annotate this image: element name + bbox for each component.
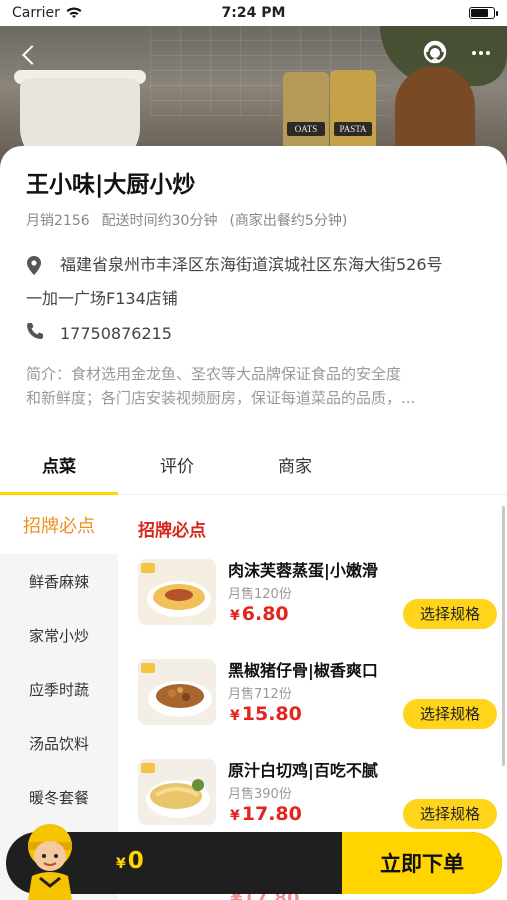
dish-price: ¥17.80 — [230, 803, 302, 825]
phone-number: 17750876215 — [60, 323, 172, 343]
prep-time: (商家出餐约5分钟) — [229, 213, 348, 229]
select-spec-button[interactable]: 选择规格 — [403, 799, 497, 829]
cart-total: ¥0 — [116, 848, 144, 874]
dish-item[interactable]: 肉沫芙蓉蒸蛋|小嫩滑 月售120份 ¥6.80 选择规格 — [138, 549, 507, 641]
shop-intro: 简介：食材选用金龙鱼、圣农等大品牌保证食品的安全度 和新鲜度；各门店安装视频厨房… — [26, 365, 416, 407]
shop-info-card: 王小味|大厨小炒 月销2156 配送时间约30分钟 (商家出餐约5分钟) 福建省… — [0, 146, 507, 446]
shop-tabs: 点菜 评价 商家 — [0, 447, 507, 495]
select-spec-button[interactable]: 选择规格 — [403, 699, 497, 729]
address-row[interactable]: 福建省泉州市丰泽区东海街道滨城社区东海大街526号 一加一广场F134店铺 — [26, 248, 481, 316]
dot-icon — [472, 51, 476, 55]
shop-name: 王小味|大厨小炒 — [26, 172, 196, 198]
tab-order[interactable]: 点菜 — [0, 447, 118, 495]
shop-meta: 月销2156 配送时间约30分钟 (商家出餐约5分钟) — [26, 210, 481, 230]
dish-sales: 月售390份 — [228, 787, 292, 802]
dish-sales: 月售120份 — [228, 587, 292, 602]
shop-page: Carrier 7:24 PM OATS PASTA 王小味|大厨小炒 月销21… — [0, 0, 507, 900]
dish-name: 肉沫芙蓉蒸蛋|小嫩滑 — [228, 561, 378, 580]
dish-image-steamed-egg — [138, 559, 216, 625]
status-bar: Carrier 7:24 PM — [0, 0, 507, 26]
address-line-2: 一加一广场F134店铺 — [26, 289, 178, 308]
pasta-jar: PASTA — [330, 70, 376, 150]
back-button[interactable] — [14, 40, 44, 70]
phone-row[interactable]: 17750876215 — [26, 322, 481, 344]
delivery-rider-icon[interactable] — [18, 816, 82, 900]
tab-reviews[interactable]: 评价 — [118, 447, 236, 494]
category-soup-drinks[interactable]: 汤品饮料 — [0, 716, 118, 770]
clock: 7:24 PM — [221, 5, 286, 21]
dish-image-white-chicken — [138, 759, 216, 825]
select-spec-button[interactable]: 选择规格 — [403, 599, 497, 629]
dot-icon — [486, 51, 490, 55]
phone-icon — [27, 323, 43, 339]
category-spicy[interactable]: 鲜香麻辣 — [0, 554, 118, 608]
section-title: 招牌必点 — [138, 521, 206, 541]
more-options-button[interactable] — [466, 38, 496, 68]
dish-price: ¥6.80 — [230, 603, 289, 625]
place-order-button[interactable]: 立即下单 — [342, 832, 502, 894]
dish-image-pork-ribs — [138, 659, 216, 725]
address-line-1: 福建省泉州市丰泽区东海街道滨城社区东海大街526号 — [60, 255, 443, 274]
dish-item[interactable]: 黑椒猪仔骨|椒香爽口 月售712份 ¥15.80 选择规格 — [138, 649, 507, 741]
category-home-style[interactable]: 家常小炒 — [0, 608, 118, 662]
dish-name: 原汁白切鸡|百吃不腻 — [228, 761, 378, 780]
battery-icon — [469, 7, 498, 19]
delivery-time: 配送时间约30分钟 — [101, 213, 218, 229]
customer-service-icon[interactable] — [420, 38, 450, 68]
monthly-sales: 月销2156 — [26, 213, 90, 229]
category-seasonal-veg[interactable]: 应季时蔬 — [0, 662, 118, 716]
category-signature[interactable]: 招牌必点 — [0, 496, 118, 554]
list-scrollbar[interactable] — [502, 506, 505, 766]
dot-icon — [479, 51, 483, 55]
oats-jar: OATS — [283, 72, 329, 150]
dish-item[interactable]: 原汁白切鸡|百吃不腻 月售390份 ¥17.80 选择规格 — [138, 749, 507, 841]
dish-sales: 月售712份 — [228, 687, 292, 702]
dish-name: 黑椒猪仔骨|椒香爽口 — [228, 661, 378, 680]
dish-price: ¥15.80 — [230, 703, 302, 725]
tab-merchant[interactable]: 商家 — [236, 447, 354, 494]
